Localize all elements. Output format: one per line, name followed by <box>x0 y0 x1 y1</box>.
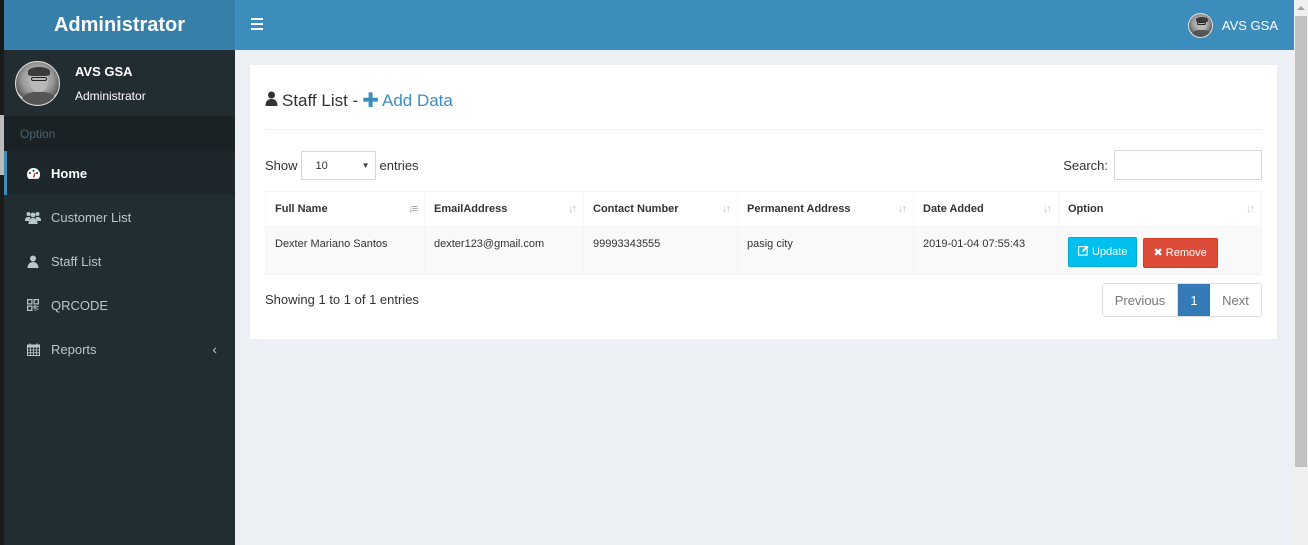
update-button[interactable]: Update <box>1068 237 1138 267</box>
sidebar-item-label: Staff List <box>51 253 102 269</box>
previous-page-button[interactable]: Previous <box>1103 284 1178 316</box>
cell-option: Update ✖ Remove <box>1058 226 1262 275</box>
entries-label: entries <box>379 158 419 173</box>
user-role: Administrator <box>75 88 146 103</box>
staff-list-box: Staff List - ✚ Add Data Show 10 ▼ entrie… <box>250 65 1277 339</box>
cell-address: pasig city <box>737 226 914 275</box>
add-data-label: Add Data <box>381 91 453 110</box>
sort-icon: ↓↑ <box>1246 203 1255 215</box>
table-header-row: Full Name ↓≡ EmailAddress ↓↑ Contact Numbe… <box>265 191 1262 227</box>
sort-asc-icon: ↓≡ <box>408 203 418 215</box>
page-scrollbar[interactable] <box>1294 0 1308 545</box>
sidebar-item-label: Home <box>51 165 88 181</box>
page-button-current[interactable]: 1 <box>1178 284 1210 316</box>
cell-email: dexter123@gmail.com <box>424 226 584 275</box>
plus-icon: ✚ <box>362 90 379 112</box>
qrcode-icon <box>25 298 41 312</box>
user-panel: AVS GSA Administrator <box>4 50 235 116</box>
sidebar-item-reports[interactable]: Reports ‹ <box>4 327 235 371</box>
topbar: AVS GSA <box>235 0 1294 50</box>
sidebar-item-home[interactable]: Home <box>4 151 235 195</box>
cell-date-added: 2019-01-04 07:55:43 <box>913 226 1059 275</box>
search-input[interactable] <box>1114 150 1262 180</box>
sort-icon: ↓↑ <box>722 203 731 215</box>
sidebar-item-label: Customer List <box>51 209 132 225</box>
top-user-menu[interactable]: AVS GSA <box>1187 13 1278 38</box>
table-row: Dexter Mariano Santos dexter123@gmail.co… <box>265 226 1262 275</box>
calendar-icon <box>25 342 41 356</box>
cell-contact: 99993343555 <box>583 226 738 275</box>
top-user-name: AVS GSA <box>1221 18 1278 33</box>
column-header-address[interactable]: Permanent Address ↓↑ <box>737 191 914 227</box>
title-text: Staff List - <box>282 91 359 110</box>
sort-icon: ↓↑ <box>898 203 907 215</box>
users-icon <box>25 210 41 224</box>
search-control: Search: <box>1063 150 1262 180</box>
sidebar-item-label: QRCODE <box>51 297 109 313</box>
sidebar-section-header: Option <box>4 116 235 151</box>
scroll-up-icon[interactable] <box>1297 6 1305 10</box>
sort-icon: ↓↑ <box>568 203 577 215</box>
sidebar: Administrator AVS GSA Administrator Opti… <box>4 0 235 545</box>
user-icon <box>265 91 278 111</box>
search-label: Search: <box>1063 157 1108 173</box>
column-header-full-name[interactable]: Full Name ↓≡ <box>265 191 425 227</box>
sidebar-item-staff-list[interactable]: Staff List <box>4 239 235 283</box>
column-header-contact[interactable]: Contact Number ↓↑ <box>583 191 738 227</box>
remove-button[interactable]: ✖ Remove <box>1142 237 1218 268</box>
caret-down-icon: ▼ <box>361 161 370 170</box>
top-avatar <box>1187 13 1213 38</box>
chevron-left-icon: ‹ <box>212 341 217 357</box>
column-header-option[interactable]: Option ↓↑ <box>1058 191 1262 227</box>
entries-select-value: 10 <box>315 159 328 172</box>
logo[interactable]: Administrator <box>4 0 235 50</box>
close-icon: ✖ <box>1153 247 1163 259</box>
staff-table: Full Name ↓≡ EmailAddress ↓↑ Contact Numbe… <box>265 191 1262 275</box>
show-label: Show <box>265 158 298 173</box>
column-header-email[interactable]: EmailAddress ↓↑ <box>424 191 584 227</box>
cell-full-name: Dexter Mariano Santos <box>265 226 425 275</box>
hamburger-icon[interactable] <box>251 18 263 30</box>
pagination: Previous 1 Next <box>1102 283 1262 317</box>
entries-select[interactable]: 10 ▼ <box>300 151 376 180</box>
page-title: Staff List - ✚ Add Data <box>265 91 453 111</box>
sidebar-item-qrcode[interactable]: QRCODE <box>4 283 235 327</box>
edit-icon <box>1078 245 1089 259</box>
entries-length-control: Show 10 ▼ entries <box>265 151 419 180</box>
scrollbar-thumb[interactable] <box>1295 16 1307 467</box>
next-page-button[interactable]: Next <box>1210 284 1261 316</box>
table-info: Showing 1 to 1 of 1 entries <box>265 292 419 307</box>
user-name: AVS GSA <box>75 63 133 79</box>
dashboard-icon <box>25 166 41 180</box>
sidebar-item-label: Reports <box>51 341 97 357</box>
avatar <box>15 60 60 106</box>
sort-icon: ↓↑ <box>1043 203 1052 215</box>
divider <box>265 129 1262 130</box>
user-icon <box>25 254 41 268</box>
add-data-link[interactable]: ✚ Add Data <box>362 91 453 111</box>
column-header-date-added[interactable]: Date Added ↓↑ <box>913 191 1059 227</box>
sidebar-item-customer-list[interactable]: Customer List <box>4 195 235 239</box>
